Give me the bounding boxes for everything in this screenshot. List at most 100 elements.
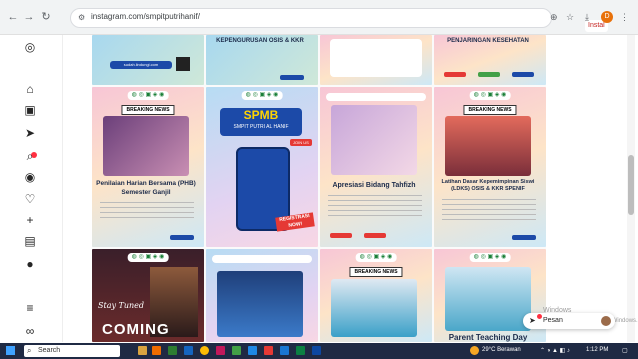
- taskbar-search-label: Search: [38, 347, 61, 354]
- post-tile[interactable]: Apresiasi Bidang Tahfizh: [320, 87, 432, 247]
- coming-text: COMING: [102, 321, 170, 338]
- reels-icon[interactable]: ▣: [23, 103, 37, 117]
- arrow-right-icon[interactable]: →: [22, 10, 36, 24]
- post-button: [478, 72, 500, 77]
- post-title: KEPENGURUSAN OSIS & KKR: [216, 38, 304, 44]
- post-link-text: sudah.lindungi.com: [110, 61, 172, 69]
- instagram-sidebar: ◎ ⌂ ▣ ➤ ⌕ ◉ ♡ + ▤ ● ≡ ∞: [0, 35, 63, 342]
- post-tile[interactable]: ◍ ◎ ▣ ◈ ◉ SPMB SMPIT PUTRI AL HANIF JOIN…: [206, 87, 318, 247]
- search-icon: ⌕: [27, 346, 32, 355]
- post-caption: [328, 195, 422, 217]
- notification-center-icon[interactable]: ▢: [622, 347, 628, 354]
- post-tile[interactable]: ◍ ◎ ▣ ◈ ◉ BREAKING NEWS: [320, 249, 432, 342]
- breaking-news-badge: BREAKING NEWS: [463, 105, 517, 115]
- taskbar-app-icon[interactable]: [138, 346, 147, 355]
- spmb-subtitle: SMPIT PUTRI AL HANIF: [233, 124, 289, 130]
- post-button: [444, 72, 466, 77]
- clock[interactable]: 1:12 PM: [586, 347, 608, 353]
- breaking-news-badge: BREAKING NEWS: [121, 105, 175, 115]
- post-button: [512, 72, 534, 77]
- profile-icon[interactable]: ●: [23, 257, 37, 271]
- post-tile[interactable]: sudah.lindungi.com: [92, 35, 204, 85]
- heart-icon[interactable]: ♡: [23, 192, 37, 206]
- taskbar-app-icon[interactable]: [280, 346, 289, 355]
- avatar: [601, 316, 611, 326]
- profile-avatar[interactable]: D: [601, 11, 613, 23]
- download-icon[interactable]: ⤓: [585, 11, 589, 23]
- scrollbar-thumb[interactable]: [628, 155, 634, 215]
- school-logos: ◍ ◎ ▣ ◈ ◉: [127, 91, 169, 100]
- taskbar-app-icon[interactable]: [216, 346, 225, 355]
- menu-icon[interactable]: ≡: [23, 301, 37, 315]
- messages-popup[interactable]: ➤ Pesan: [523, 313, 615, 329]
- browser-toolbar: ← → ↻ ⚙ instagram.com/smpitputrihanif/ I…: [0, 0, 638, 35]
- weather-text[interactable]: 29°C Berawan: [482, 347, 521, 353]
- school-logos: ◍ ◎ ▣ ◈ ◉: [469, 253, 511, 262]
- post-photo: [331, 105, 417, 175]
- post-title: Stay Tuned: [98, 301, 145, 310]
- post-text-card: [330, 39, 422, 77]
- post-title: Parent Teaching Day: [448, 333, 528, 342]
- notification-dot: [537, 314, 542, 319]
- taskbar-app-icon[interactable]: [168, 346, 177, 355]
- post-search-bar: [326, 93, 426, 101]
- reload-icon[interactable]: ↻: [39, 10, 53, 24]
- taskbar-app-icon[interactable]: [248, 346, 257, 355]
- post-button: [330, 233, 352, 238]
- post-tile[interactable]: ◍ ◎ ▣ ◈ ◉ BREAKING NEWS Penilaian Harian…: [92, 87, 204, 247]
- school-logos: ◍ ◎ ▣ ◈ ◉: [241, 91, 283, 100]
- school-logos: ◍ ◎ ▣ ◈ ◉: [469, 91, 511, 100]
- post-photo: [331, 279, 417, 337]
- taskbar-app-icon[interactable]: [184, 346, 193, 355]
- windows-taskbar: ⌕ Search 29°C Berawan ⌃ ◑ ▲ ◧ ♪ 1:12 PM …: [0, 343, 638, 359]
- instagram-icon[interactable]: ◎: [23, 40, 37, 54]
- post-tile[interactable]: [320, 35, 432, 85]
- taskbar-app-icon[interactable]: [296, 346, 305, 355]
- post-tile[interactable]: KEPENGURUSAN OSIS & KKR: [206, 35, 318, 85]
- site-info-icon[interactable]: ⚙: [78, 13, 85, 22]
- bookmark-star-icon[interactable]: ☆: [566, 11, 574, 23]
- taskbar-app-icon[interactable]: [312, 346, 321, 355]
- taskbar-app-icon[interactable]: [264, 346, 273, 355]
- post-button: [170, 235, 194, 240]
- address-bar[interactable]: ⚙ instagram.com/smpitputrihanif/ Instal: [70, 8, 608, 32]
- weather-icon[interactable]: [470, 346, 479, 355]
- arrow-left-icon[interactable]: ←: [6, 10, 20, 24]
- taskbar-app-icon[interactable]: [232, 346, 241, 355]
- post-tile[interactable]: [206, 249, 318, 342]
- taskbar-search[interactable]: ⌕ Search: [24, 345, 120, 357]
- spmb-title: SPMB: [220, 108, 302, 136]
- messages-icon[interactable]: ➤: [23, 126, 37, 140]
- meta-icon[interactable]: ∞: [23, 324, 37, 338]
- post-photo: [103, 116, 189, 176]
- profile-post-grid: sudah.lindungi.com KEPENGURUSAN OSIS & K…: [92, 35, 546, 342]
- windows-start-icon[interactable]: [6, 346, 15, 355]
- zoom-icon[interactable]: ⊕: [550, 11, 558, 23]
- chrome-icon[interactable]: [200, 346, 209, 355]
- post-tile[interactable]: ◍ ◎ ▣ ◈ ◉ BREAKING NEWS Latihan Dasar Ke…: [434, 87, 546, 247]
- school-logos: ◍ ◎ ▣ ◈ ◉: [127, 253, 169, 262]
- post-tile[interactable]: ◍ ◎ ▣ ◈ ◉ Stay Tuned COMING: [92, 249, 204, 342]
- search-icon[interactable]: ⌕: [23, 149, 37, 163]
- url-text: instagram.com/smpitputrihanif/: [91, 12, 200, 21]
- menu-dots-icon[interactable]: ⋮: [620, 11, 629, 23]
- home-icon[interactable]: ⌂: [23, 82, 37, 96]
- taskbar-app-icon[interactable]: [152, 346, 161, 355]
- post-tile[interactable]: PENJARINGAN KESEHATAN: [434, 35, 546, 85]
- school-logos: ◍ ◎ ▣ ◈ ◉: [355, 253, 397, 262]
- post-photo: [217, 271, 303, 337]
- post-title: Apresiasi Bidang Tahfizh: [332, 182, 416, 189]
- dashboard-icon[interactable]: ▤: [23, 234, 37, 248]
- breaking-news-badge: BREAKING NEWS: [349, 267, 403, 277]
- messages-label: Pesan: [543, 317, 563, 324]
- post-button: [364, 233, 386, 238]
- post-title: Latihan Dasar Kepemimpinan Siswi (LDKS) …: [441, 179, 535, 192]
- page-scrollbar[interactable]: [627, 35, 635, 342]
- plus-icon[interactable]: +: [23, 213, 37, 227]
- post-title: PENJARINGAN KESEHATAN: [447, 38, 529, 44]
- system-tray-icons[interactable]: ⌃ ◑ ▲ ◧ ♪: [540, 347, 570, 354]
- post-search-bar: [212, 255, 312, 263]
- qr-code-image: [176, 57, 190, 71]
- explore-icon[interactable]: ◉: [23, 170, 37, 184]
- post-button: [280, 75, 304, 80]
